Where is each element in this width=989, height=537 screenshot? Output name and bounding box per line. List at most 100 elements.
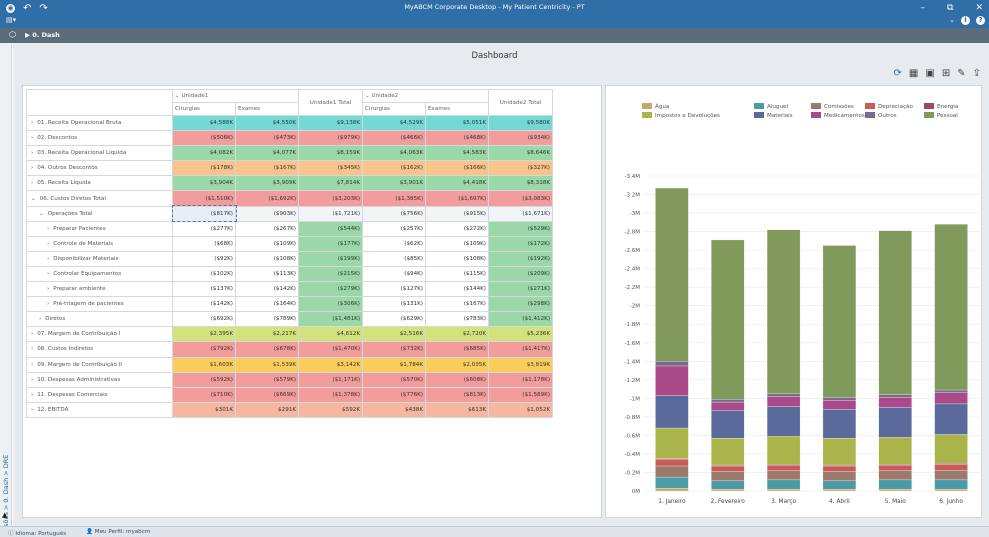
table-cell[interactable]: ($199K) xyxy=(298,250,363,267)
table-cell[interactable]: ($1,378K) xyxy=(298,386,363,403)
table-cell[interactable]: ($1,481K) xyxy=(298,311,363,328)
table-cell[interactable]: ($166K) xyxy=(425,160,489,177)
table-cell[interactable]: $4,588K xyxy=(172,114,236,132)
subcol-header[interactable]: Cirurgias xyxy=(362,102,426,116)
table-cell[interactable]: ($209K) xyxy=(488,265,553,283)
table-cell[interactable]: ($115K) xyxy=(425,265,489,283)
table-cell[interactable]: ($979K) xyxy=(298,130,363,147)
row-label[interactable]: › 03. Receita Operacional Líquida xyxy=(26,145,173,162)
table-cell[interactable]: ($3,083K) xyxy=(488,190,553,207)
table-cell[interactable]: $9,138K xyxy=(298,114,363,132)
table-cell[interactable]: $5,236K xyxy=(488,326,553,343)
table-cell[interactable]: ($710K) xyxy=(172,386,236,403)
group-header-unidade1[interactable]: ⌄ Unidade1 xyxy=(172,89,299,103)
table-cell[interactable]: $5,051K xyxy=(425,114,489,132)
row-label[interactable]: › Preparar ambiente xyxy=(26,281,173,298)
table-cell[interactable]: ($277K) xyxy=(172,220,236,237)
subcol-header[interactable]: Exames xyxy=(425,102,489,116)
table-cell[interactable]: ($529K) xyxy=(488,220,553,237)
table-cell[interactable]: $2,217K xyxy=(235,326,299,343)
table-cell[interactable]: ($62K) xyxy=(362,235,426,252)
table-cell[interactable]: ($272K) xyxy=(425,220,489,237)
table-cell[interactable]: $8,318K xyxy=(488,175,553,192)
table-cell[interactable]: $4,583K xyxy=(425,145,489,162)
table-row[interactable]: › Diretos ($692K) ($789K) ($1,481K) ($629K) ($… xyxy=(26,311,553,328)
table-cell[interactable]: $4,529K xyxy=(362,114,426,132)
table-cell[interactable]: ($85K) xyxy=(362,250,426,267)
table-cell[interactable]: ($92K) xyxy=(172,250,236,267)
expand-icon[interactable]: › xyxy=(31,150,33,156)
table-cell[interactable]: ($608K) xyxy=(425,371,489,388)
grid-icon[interactable]: ▦ xyxy=(909,68,918,79)
expand-icon[interactable]: › xyxy=(47,271,49,277)
expand-icon[interactable]: › xyxy=(31,362,33,368)
table-row[interactable]: › 08. Custos Indiretos ($792K) ($678K) ($1,4… xyxy=(26,341,553,358)
table-cell[interactable]: ($903K) xyxy=(235,205,299,222)
table-cell[interactable]: ($776K) xyxy=(362,386,426,403)
table-cell[interactable]: $613K xyxy=(425,401,489,418)
table-row[interactable]: › Pré-triagem de pacientes ($142K) ($164K)(… xyxy=(26,296,553,313)
table-cell[interactable]: ($1,671K) xyxy=(488,205,553,222)
table-cell[interactable]: ($1,470K) xyxy=(298,341,363,358)
table-cell[interactable]: ($1,510K) xyxy=(172,190,236,207)
table-cell[interactable]: $1,052K xyxy=(488,401,553,418)
table-cell[interactable]: ($267K) xyxy=(235,220,299,237)
row-label[interactable]: › 10. Despesas Administrativas xyxy=(26,371,173,388)
table-cell[interactable]: $4,612K xyxy=(298,326,363,343)
table-cell[interactable]: $301K xyxy=(172,401,236,418)
table-cell[interactable]: $2,035K xyxy=(425,356,489,373)
expand-icon[interactable]: › xyxy=(47,301,49,307)
table-cell[interactable]: $8,159K xyxy=(298,145,363,162)
table-cell[interactable]: ($164K) xyxy=(235,296,299,313)
row-label[interactable]: › Pré-triagem de pacientes xyxy=(26,296,173,313)
table-row[interactable]: › 09. Margem de Contribuição II $1,603K $1,… xyxy=(26,356,553,373)
table-cell[interactable]: ($789K) xyxy=(235,311,299,328)
expand-icon[interactable]: › xyxy=(31,346,33,352)
expand-icon[interactable]: › xyxy=(47,286,49,292)
table-cell[interactable]: ($915K) xyxy=(425,205,489,222)
row-label[interactable]: › 11. Despesas Comerciais xyxy=(26,386,173,403)
table-cell[interactable]: ($813K) xyxy=(425,386,489,403)
table-cell[interactable]: ($732K) xyxy=(362,341,426,358)
subcol-header[interactable]: Exames xyxy=(235,102,299,116)
table-cell[interactable]: $7,814K xyxy=(298,175,363,192)
table-cell[interactable]: $291K xyxy=(235,401,299,418)
table-cell[interactable]: ($144K) xyxy=(425,281,489,298)
table-row[interactable]: › 07. Margem de Contribuição I $2,395K $2,2… xyxy=(26,326,553,343)
table-row[interactable]: › 11. Despesas Comerciais ($710K) ($669K) ($… xyxy=(26,386,553,403)
table-cell[interactable]: ($473K) xyxy=(235,130,299,147)
row-label[interactable]: › Diretos xyxy=(26,311,173,328)
table-row[interactable]: ⌄ 06. Custos Diretos Total ($1,510K) ($1,69… xyxy=(26,190,553,207)
table-row[interactable]: › 10. Despesas Administrativas ($592K) ($57… xyxy=(26,371,553,388)
total-header-unidade1[interactable]: Unidade1 Total xyxy=(298,89,363,116)
table-cell[interactable]: ($109K) xyxy=(425,235,489,252)
table-cell[interactable]: ($257K) xyxy=(362,220,426,237)
table-cell[interactable]: ($756K) xyxy=(362,205,426,222)
row-label[interactable]: › 02. Descontos xyxy=(26,130,173,147)
table-cell[interactable]: ($127K) xyxy=(362,281,426,298)
collapse-icon[interactable]: ⌄ xyxy=(39,211,44,217)
table-cell[interactable]: ($1,385K) xyxy=(362,190,426,207)
table-cell[interactable]: ($1,692K) xyxy=(235,190,299,207)
table-cell[interactable]: ($298K) xyxy=(488,296,553,313)
row-label[interactable]: ⌄ 06. Custos Diretos Total xyxy=(26,190,173,207)
table-cell[interactable]: ($506K) xyxy=(172,130,236,147)
table-cell[interactable]: ($685K) xyxy=(425,341,489,358)
group-header-unidade2[interactable]: ⌄ Unidade2 xyxy=(362,89,489,103)
table-cell[interactable]: ($178K) xyxy=(172,160,236,177)
language-status[interactable]: ⓘ Idioma: Português xyxy=(8,529,66,537)
table-cell[interactable]: ($108K) xyxy=(235,250,299,267)
table-cell[interactable]: ($113K) xyxy=(235,265,299,283)
side-tab[interactable]: Visões > 0. Dash > DRE ▲ xyxy=(0,43,12,533)
table-cell[interactable]: ($327K) xyxy=(488,160,553,177)
row-label[interactable]: › 05. Receita Líquida xyxy=(26,175,173,192)
table-cell[interactable]: ($592K) xyxy=(172,371,236,388)
row-label[interactable]: › Controlar Equipamentos xyxy=(26,265,173,283)
table-cell[interactable]: ($271K) xyxy=(488,281,553,298)
table-cell[interactable]: ($783K) xyxy=(425,311,489,328)
row-label[interactable]: › 09. Margem de Contribuição II xyxy=(26,356,173,373)
table-cell[interactable]: $2,395K xyxy=(172,326,236,343)
table-row[interactable]: › Preparar Pacientes ($277K) ($267K) ($544K)… xyxy=(26,220,553,237)
save-as-icon[interactable]: ⊞ xyxy=(942,68,950,79)
table-cell[interactable]: $592K xyxy=(298,401,363,418)
